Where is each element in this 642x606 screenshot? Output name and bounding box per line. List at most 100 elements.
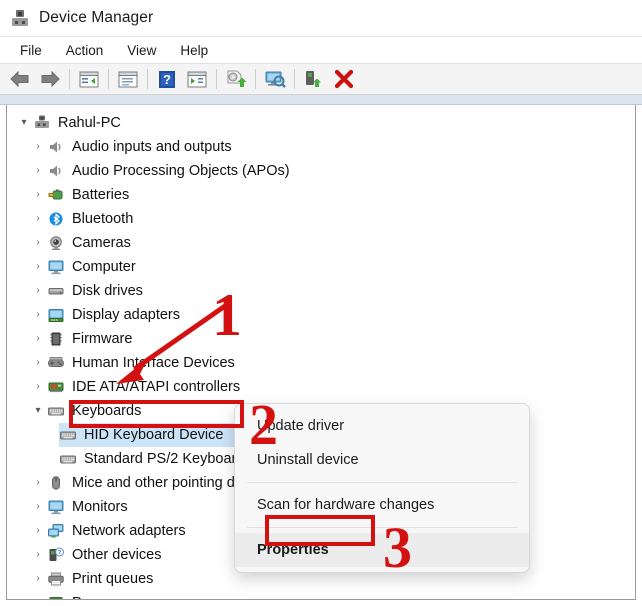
firmware-chip-icon [47, 331, 65, 347]
chevron-down-icon[interactable]: ▾ [15, 118, 33, 128]
tree-item-label: Other devices [72, 546, 162, 563]
tree-item-label: HID Keyboard Device [84, 426, 224, 443]
chevron-right-icon[interactable]: › [29, 526, 47, 536]
network-adapter-icon [47, 523, 65, 539]
scan-hardware-changes-icon[interactable] [260, 66, 290, 92]
tree-item-label: Cameras [72, 234, 131, 251]
monitor-icon [47, 499, 65, 515]
forward-arrow-icon[interactable] [35, 66, 65, 92]
chevron-right-icon[interactable]: › [29, 574, 47, 584]
chevron-right-icon[interactable]: › [29, 190, 47, 200]
toolbar-separator [69, 69, 70, 89]
ide-controller-icon [47, 379, 65, 395]
keyboard-icon [47, 403, 65, 419]
annotation-number-2: 2 [249, 392, 278, 457]
tree-item-label: Bluetooth [72, 210, 134, 227]
keyboard-icon [59, 427, 77, 443]
chevron-right-icon[interactable]: › [29, 334, 47, 344]
tree-item-label: Batteries [72, 186, 130, 203]
disk-drive-icon [47, 283, 65, 299]
other-device-icon: ? [47, 547, 65, 563]
monitor-icon [47, 259, 65, 275]
tree-item-audio-inputs-and-outputs[interactable]: › Audio inputs and outputs [7, 135, 635, 159]
chevron-right-icon[interactable]: › [29, 382, 47, 392]
device-manager-icon [10, 8, 30, 28]
annotation-number-1: 1 [212, 282, 242, 348]
speaker-icon [47, 163, 65, 179]
tree-item-rahul-pc[interactable]: ▾ Rahul-PC [7, 111, 635, 135]
back-arrow-icon[interactable] [5, 66, 35, 92]
device-manager-window: Device Manager File Action View Help ? ▾… [0, 0, 642, 606]
menu-file[interactable]: File [10, 41, 52, 60]
uninstall-device-icon[interactable] [329, 66, 359, 92]
chevron-right-icon[interactable]: › [29, 142, 47, 152]
gamepad-icon [47, 355, 65, 371]
context-menu[interactable]: Update driver Uninstall device Scan for … [234, 403, 530, 573]
context-menu-item-uninstall-device[interactable]: Uninstall device [235, 443, 529, 477]
toolbar-separator [216, 69, 217, 89]
menu-help[interactable]: Help [170, 41, 218, 60]
tree-item-cameras[interactable]: › Cameras [7, 231, 635, 255]
tree-item-label: Network adapters [72, 522, 186, 539]
camera-icon [47, 235, 65, 251]
chevron-right-icon[interactable]: › [29, 262, 47, 272]
tree-item-bluetooth[interactable]: › Bluetooth [7, 207, 635, 231]
chevron-right-icon[interactable]: › [29, 310, 47, 320]
tree-item-label: Audio inputs and outputs [72, 138, 232, 155]
show-hide-console-tree-icon[interactable] [74, 66, 104, 92]
toolbar: ? [0, 63, 642, 95]
tree-item-processors[interactable]: › Processors [7, 591, 635, 600]
menu-bar: File Action View Help [0, 36, 642, 63]
window-title: Device Manager [39, 9, 154, 26]
computer-root-icon [33, 115, 51, 131]
show-hide-action-pane-icon[interactable] [182, 66, 212, 92]
toolbar-separator [294, 69, 295, 89]
properties-icon[interactable] [113, 66, 143, 92]
chevron-right-icon[interactable]: › [29, 598, 47, 600]
chevron-right-icon[interactable]: › [29, 550, 47, 560]
tree-item-computer[interactable]: › Computer [7, 255, 635, 279]
annotation-number-3: 3 [383, 515, 412, 580]
annotation-box-properties [265, 515, 375, 546]
toolbar-subbar [0, 95, 642, 105]
toolbar-separator [147, 69, 148, 89]
toolbar-separator [255, 69, 256, 89]
toolbar-separator [108, 69, 109, 89]
mouse-icon [47, 475, 65, 491]
tree-item-label: Standard PS/2 Keyboard [84, 450, 245, 467]
speaker-icon [47, 139, 65, 155]
tree-item-label: Rahul-PC [58, 114, 121, 131]
chevron-right-icon[interactable]: › [29, 286, 47, 296]
help-icon[interactable]: ? [152, 66, 182, 92]
chevron-down-icon[interactable]: ▾ [29, 406, 47, 416]
chevron-right-icon[interactable]: › [29, 478, 47, 488]
chevron-right-icon[interactable]: › [29, 238, 47, 248]
processor-icon [47, 595, 65, 599]
annotation-box-hid-keyboard-device [69, 400, 244, 428]
keyboard-icon [59, 451, 77, 467]
printer-icon [47, 571, 65, 587]
tree-item-label: Monitors [72, 498, 128, 515]
menu-view[interactable]: View [117, 41, 166, 60]
bluetooth-icon [47, 211, 65, 227]
title-bar: Device Manager [0, 0, 642, 36]
display-adapter-icon [47, 307, 65, 323]
svg-text:?: ? [163, 72, 171, 87]
context-menu-separator [247, 482, 517, 483]
tree-item-label: Processors [72, 596, 145, 599]
enable-device-icon[interactable] [299, 66, 329, 92]
battery-icon [47, 187, 65, 203]
svg-text:?: ? [58, 550, 61, 556]
tree-item-label: Audio Processing Objects (APOs) [72, 162, 290, 179]
tree-item-label: Print queues [72, 570, 154, 587]
update-driver-icon[interactable] [221, 66, 251, 92]
tree-item-batteries[interactable]: › Batteries [7, 183, 635, 207]
context-menu-item-update-driver[interactable]: Update driver [235, 409, 529, 443]
chevron-right-icon[interactable]: › [29, 214, 47, 224]
tree-item-audio-processing-objects[interactable]: › Audio Processing Objects (APOs) [7, 159, 635, 183]
chevron-right-icon[interactable]: › [29, 502, 47, 512]
chevron-right-icon[interactable]: › [29, 358, 47, 368]
menu-action[interactable]: Action [56, 41, 114, 60]
tree-item-label: Computer [72, 258, 136, 275]
chevron-right-icon[interactable]: › [29, 166, 47, 176]
